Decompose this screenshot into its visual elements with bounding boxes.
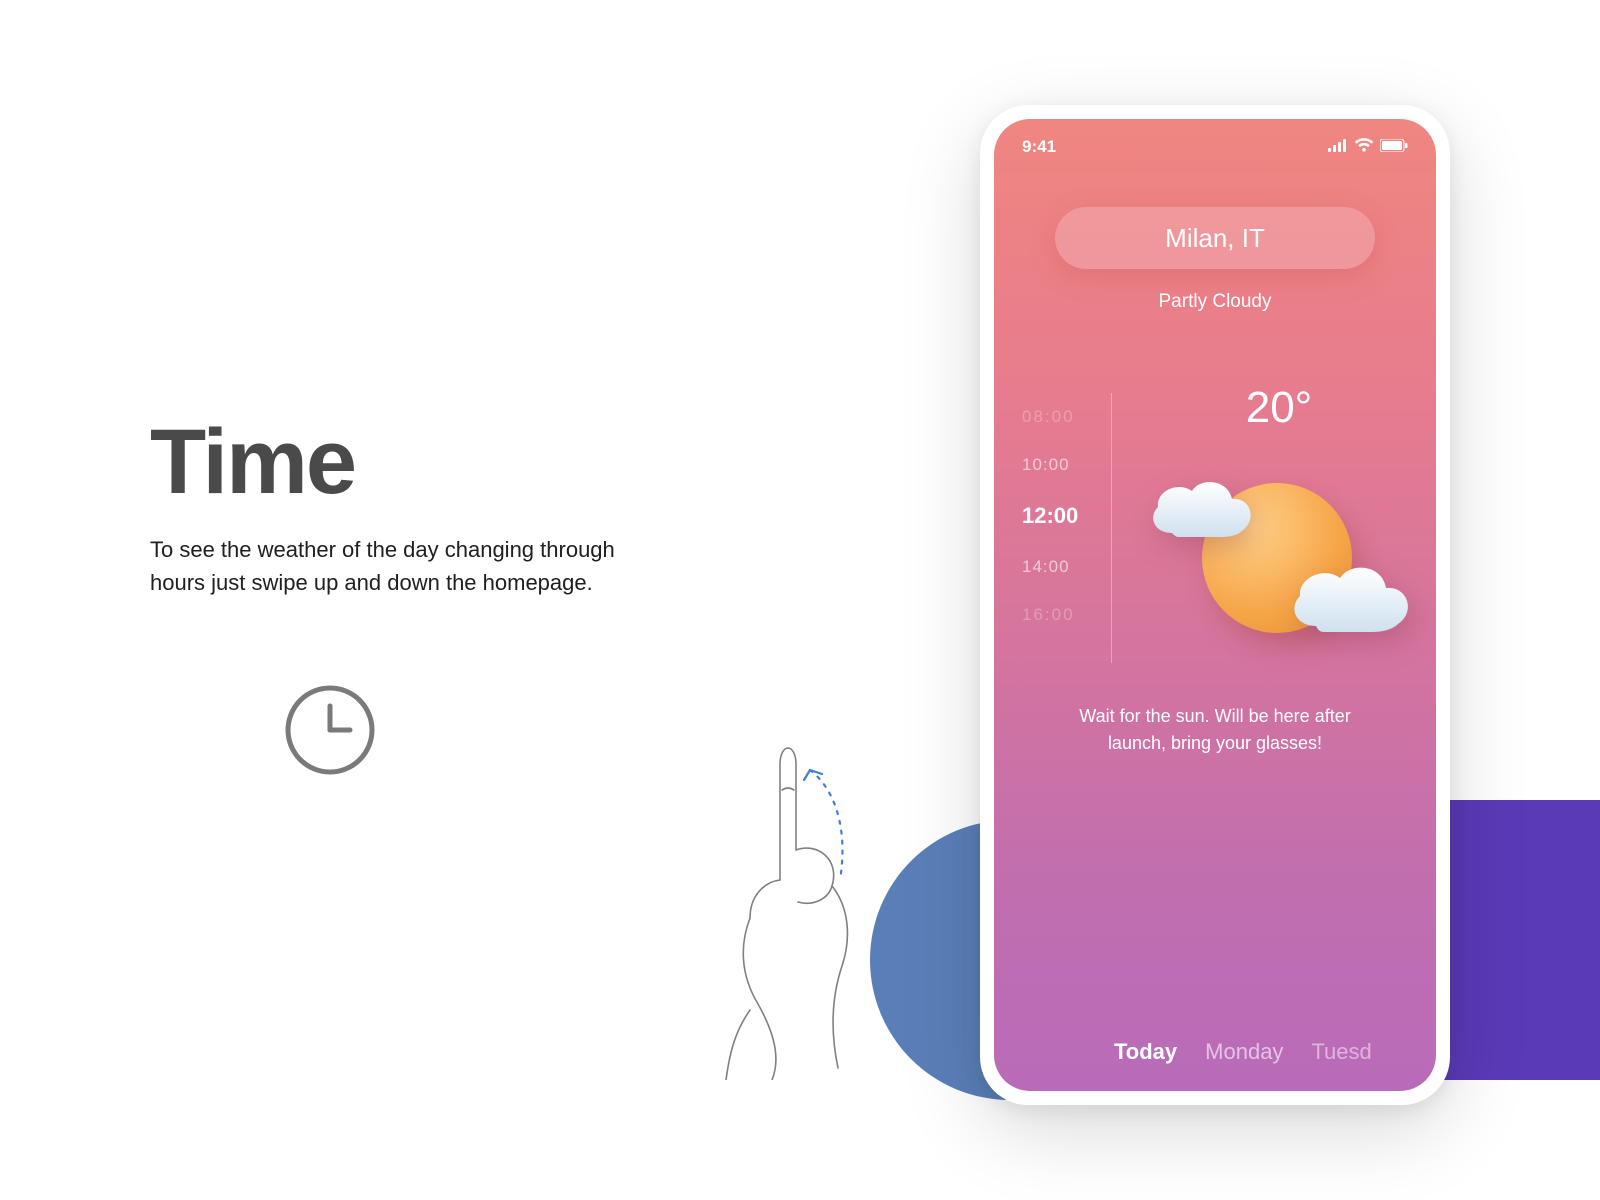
feature-text-block: Time To see the weather of the day chang…: [150, 410, 630, 599]
day-tab[interactable]: Tuesd: [1311, 1039, 1371, 1065]
time-scroll-list[interactable]: 08:00 10:00 12:00 14:00 16:00: [1022, 393, 1112, 663]
location-label: Milan, IT: [1165, 223, 1265, 254]
day-tab[interactable]: Monday: [1205, 1039, 1283, 1065]
status-icons: [1328, 137, 1408, 157]
weather-visual-area: 20°: [1112, 393, 1416, 663]
weather-condition: Partly Cloudy: [994, 291, 1436, 313]
decorative-purple-rect: [1438, 800, 1600, 1080]
day-tab-today[interactable]: Today: [1114, 1039, 1177, 1065]
time-item-active[interactable]: 12:00: [1022, 489, 1097, 543]
phone-mockup: 9:41 Milan, IT Partly Cloudy 08:00 10:00: [980, 105, 1450, 1105]
status-time: 9:41: [1022, 137, 1056, 157]
cloud-icon: [1142, 473, 1262, 553]
battery-icon: [1380, 137, 1408, 157]
time-item[interactable]: 10:00: [1022, 441, 1097, 489]
cellular-icon: [1328, 137, 1348, 157]
wifi-icon: [1354, 137, 1374, 157]
time-item[interactable]: 14:00: [1022, 543, 1097, 591]
feature-description: To see the weather of the day changing t…: [150, 533, 630, 599]
weather-graphic: [1112, 463, 1416, 663]
feature-title: Time: [150, 410, 630, 515]
cloud-icon: [1282, 558, 1422, 648]
location-pill[interactable]: Milan, IT: [1055, 207, 1375, 269]
time-item[interactable]: 16:00: [1022, 591, 1097, 639]
clock-icon: [280, 680, 380, 785]
status-bar: 9:41: [994, 119, 1436, 157]
temperature-value: 20°: [1142, 383, 1416, 433]
swipe-hand-icon: [680, 730, 900, 1085]
time-item[interactable]: 08:00: [1022, 393, 1097, 441]
day-tabs[interactable]: Today Monday Tuesd: [994, 1039, 1436, 1065]
phone-screen[interactable]: 9:41 Milan, IT Partly Cloudy 08:00 10:00: [994, 119, 1436, 1091]
weather-advice: Wait for the sun. Will be here after lau…: [1065, 703, 1365, 757]
